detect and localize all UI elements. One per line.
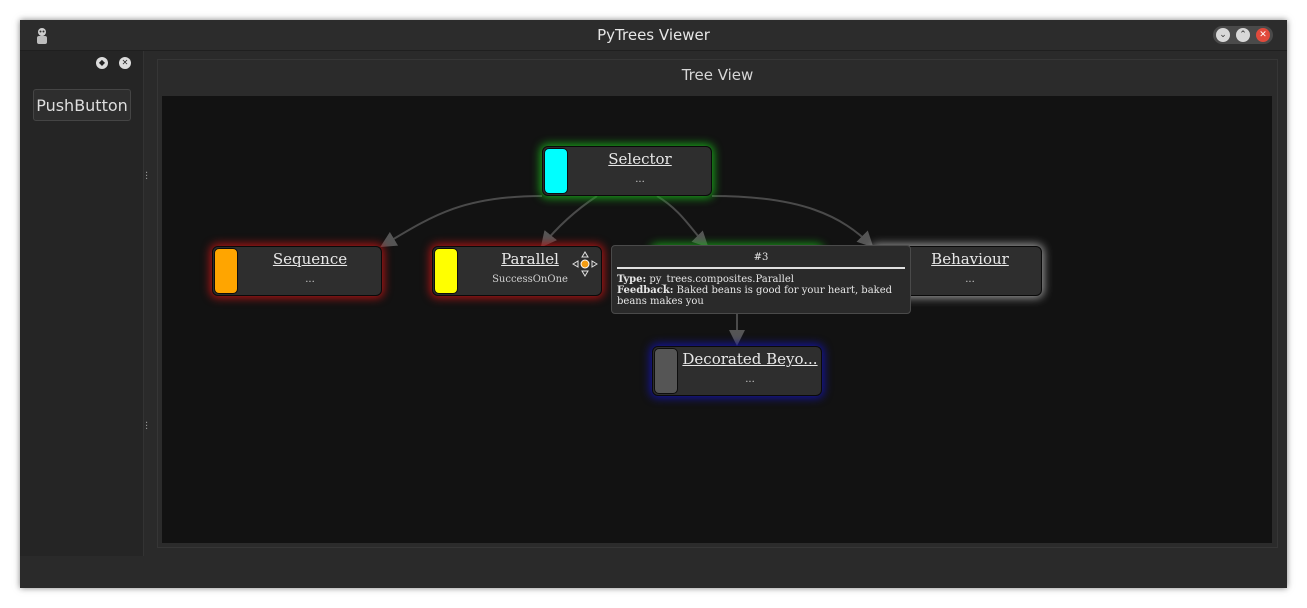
node-detail: ...	[965, 274, 975, 285]
node-tooltip: #3 Type: py_trees.composites.Parallel Fe…	[611, 245, 911, 314]
node-detail: ...	[745, 374, 755, 385]
dock-float-icon[interactable]: ◆	[96, 57, 108, 69]
push-button[interactable]: PushButton	[33, 89, 131, 121]
edge-selector-hidden	[656, 195, 709, 248]
window-title: PyTrees Viewer	[597, 26, 710, 44]
dock-panel: ◆ ✕ PushButton	[20, 51, 144, 556]
node-name: Selector	[608, 150, 672, 168]
move-cursor-icon	[572, 251, 598, 277]
node-color-swatch	[544, 148, 568, 194]
edges	[380, 195, 874, 346]
tooltip-type-value: py_trees.composites.Parallel	[649, 274, 794, 285]
tooltip-id: #3	[753, 252, 769, 263]
edge-selector-behaviour	[711, 195, 874, 248]
close-icon[interactable]: ✕	[1256, 28, 1270, 42]
maximize-icon[interactable]: ⌃	[1236, 28, 1250, 42]
tooltip-type-label: Type:	[617, 274, 647, 285]
node-color-swatch	[434, 248, 458, 294]
minimize-icon[interactable]: ⌄	[1216, 28, 1230, 42]
node-color-swatch	[654, 348, 678, 394]
title-bar[interactable]: PyTrees Viewer ⌄ ⌃ ✕	[20, 20, 1287, 51]
node-name: Decorated Beyo...	[682, 350, 818, 368]
splitter-handle-icon[interactable]: · · ·	[145, 169, 149, 185]
node-name: Behaviour	[931, 250, 1009, 268]
node-decorated[interactable]: Decorated Beyo... ...	[652, 346, 822, 396]
splitter-handle-icon[interactable]: · · ·	[145, 419, 149, 435]
window-controls: ⌄ ⌃ ✕	[1213, 26, 1273, 44]
tree-view-title: Tree View	[681, 66, 754, 84]
edge-selector-sequence	[380, 195, 543, 248]
node-parallel[interactable]: Parallel SuccessOnOne	[432, 246, 602, 296]
node-name: Sequence	[272, 250, 348, 268]
node-detail: ...	[305, 274, 315, 285]
app-window: PyTrees Viewer ⌄ ⌃ ✕ ◆ ✕ PushButton · · · …	[20, 20, 1287, 588]
tooltip-feedback-label: Feedback:	[617, 285, 674, 296]
node-color-swatch	[214, 248, 238, 294]
edge-selector-parallel	[540, 195, 598, 248]
node-selector[interactable]: Selector ...	[542, 146, 712, 196]
tree-view-dock: Tree View Selector ... Sequence ... Para…	[157, 59, 1278, 548]
tooltip-divider	[617, 267, 905, 269]
node-detail: ...	[635, 174, 645, 185]
dock-close-icon[interactable]: ✕	[119, 57, 131, 69]
tree-canvas[interactable]: Selector ... Sequence ... Parallel Succe…	[162, 96, 1272, 543]
node-sequence[interactable]: Sequence ...	[212, 246, 382, 296]
tooltip-body: Type: py_trees.composites.Parallel Feedb…	[617, 274, 905, 307]
